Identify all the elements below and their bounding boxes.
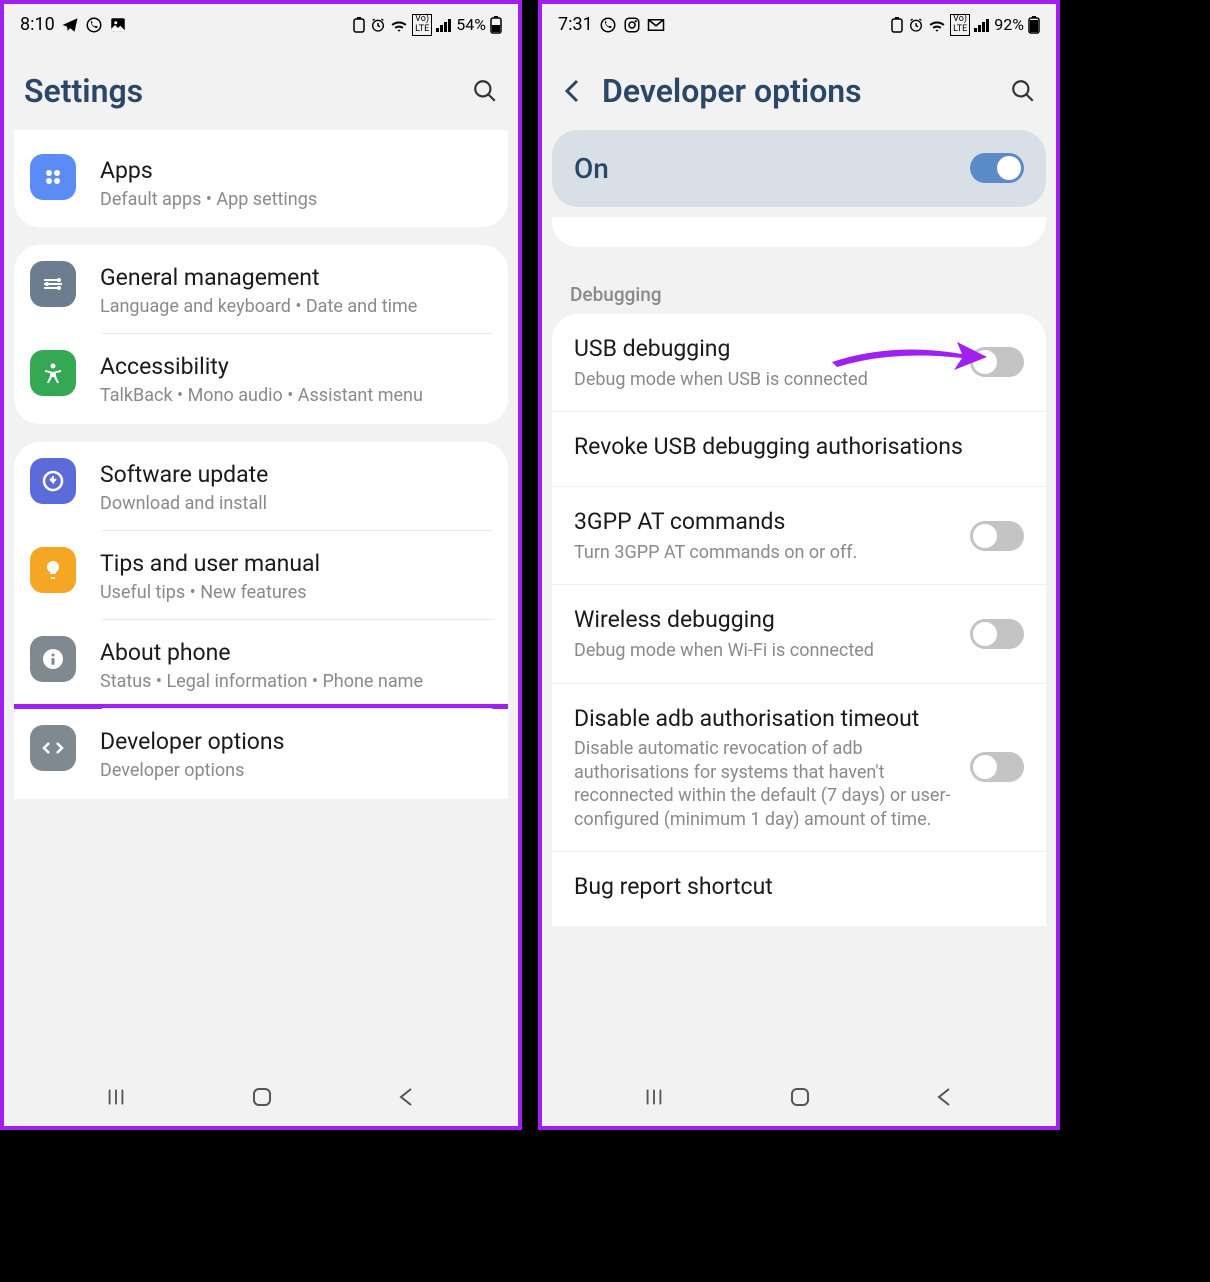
alarm-icon [370, 17, 386, 33]
option-title: Disable adb authorisation timeout [574, 704, 954, 734]
option-title: 3GPP AT commands [574, 507, 954, 537]
adb-timeout-switch[interactable] [970, 752, 1024, 782]
row-title: General management [100, 263, 492, 293]
section-header-debugging: Debugging [552, 265, 1046, 314]
row-sub: Developer options [100, 759, 492, 782]
instagram-icon [623, 16, 641, 34]
master-toggle-switch[interactable] [970, 153, 1024, 183]
row-title: Tips and user manual [100, 549, 492, 579]
option-title: Bug report shortcut [574, 872, 1024, 902]
option-adb-timeout[interactable]: Disable adb authorisation timeout Disabl… [552, 684, 1046, 852]
settings-card-system: Software update Download and install Tip… [14, 442, 508, 799]
row-title: Developer options [100, 727, 492, 757]
option-usb-debugging[interactable]: USB debugging Debug mode when USB is con… [552, 314, 1046, 412]
nav-recent-icon[interactable] [643, 1086, 665, 1108]
row-sub: Status • Legal information • Phone name [100, 670, 492, 693]
battery-percent: 54% [456, 15, 486, 34]
developer-icon [30, 725, 76, 771]
option-sub: Debug mode when USB is connected [574, 368, 954, 391]
option-sub: Debug mode when Wi-Fi is connected [574, 639, 954, 662]
alarm-icon [908, 17, 924, 33]
battery-percent: 92% [994, 15, 1024, 34]
settings-row-software[interactable]: Software update Download and install [14, 442, 508, 531]
card-fragment-top [552, 217, 1046, 247]
nav-bar [542, 1068, 1056, 1126]
back-icon[interactable] [562, 77, 584, 105]
nav-home-icon[interactable] [788, 1085, 812, 1109]
volte-icon: Vo)LTE [412, 14, 432, 36]
battery-saver-icon [352, 17, 366, 33]
nav-bar [4, 1068, 518, 1126]
status-bar: 8:10 Vo)LTE 54% [4, 4, 518, 42]
volte-icon: Vo)LTE [950, 14, 970, 36]
option-title: Revoke USB debugging authorisations [574, 432, 1024, 462]
whatsapp-icon [599, 16, 617, 34]
battery-icon [490, 16, 502, 34]
developer-header: Developer options [542, 42, 1056, 130]
general-icon [30, 261, 76, 307]
settings-card-general: General management Language and keyboard… [14, 245, 508, 424]
status-time: 8:10 [20, 14, 55, 35]
settings-row-accessibility[interactable]: Accessibility TalkBack • Mono audio • As… [14, 334, 508, 423]
accessibility-icon [30, 350, 76, 396]
settings-card-apps: Apps Default apps • App settings [14, 130, 508, 227]
highlight-annotation: Developer options Developer options [14, 704, 508, 798]
debugging-card: USB debugging Debug mode when USB is con… [552, 314, 1046, 926]
status-time: 7:31 [558, 14, 593, 35]
row-title: About phone [100, 638, 492, 668]
row-sub: Download and install [100, 492, 492, 515]
nav-back-icon[interactable] [935, 1086, 955, 1108]
option-bug-report[interactable]: Bug report shortcut [552, 852, 1046, 926]
page-title: Developer options [602, 72, 1010, 110]
whatsapp-icon [85, 16, 103, 34]
option-sub: Turn 3GPP AT commands on or off. [574, 541, 954, 564]
search-icon[interactable] [1010, 78, 1036, 104]
master-toggle-label: On [574, 152, 609, 185]
battery-icon [1028, 16, 1040, 34]
wifi-icon [928, 18, 946, 32]
signal-icon [436, 18, 452, 32]
wireless-debugging-switch[interactable] [970, 619, 1024, 649]
option-revoke-auth[interactable]: Revoke USB debugging authorisations [552, 412, 1046, 487]
battery-saver-icon [890, 17, 904, 33]
nav-recent-icon[interactable] [105, 1086, 127, 1108]
signal-icon [974, 18, 990, 32]
usb-debugging-switch[interactable] [970, 347, 1024, 377]
settings-row-general[interactable]: General management Language and keyboard… [14, 245, 508, 334]
phone-developer-options: 7:31 Vo)LTE 92% Developer options On Deb… [538, 0, 1060, 1130]
row-title: Software update [100, 460, 492, 490]
search-icon[interactable] [472, 78, 498, 104]
row-sub: Language and keyboard • Date and time [100, 295, 492, 318]
about-icon [30, 636, 76, 682]
telegram-icon [61, 16, 79, 34]
master-toggle-bar[interactable]: On [552, 130, 1046, 207]
wifi-icon [390, 18, 408, 32]
picture-icon [109, 16, 127, 34]
nav-back-icon[interactable] [397, 1086, 417, 1108]
row-sub: Useful tips • New features [100, 581, 492, 604]
settings-row-developer[interactable]: Developer options Developer options [14, 709, 508, 798]
software-icon [30, 458, 76, 504]
settings-row-about[interactable]: About phone Status • Legal information •… [14, 620, 508, 709]
apps-icon [30, 154, 76, 200]
option-3gpp-at[interactable]: 3GPP AT commands Turn 3GPP AT commands o… [552, 487, 1046, 585]
row-title: Accessibility [100, 352, 492, 382]
settings-header: Settings [4, 42, 518, 130]
page-title: Settings [24, 72, 472, 110]
tips-icon [30, 547, 76, 593]
option-sub: Disable automatic revocation of adb auth… [574, 737, 954, 831]
row-sub: Default apps • App settings [100, 188, 492, 211]
3gpp-at-switch[interactable] [970, 521, 1024, 551]
settings-row-apps[interactable]: Apps Default apps • App settings [14, 138, 508, 227]
option-wireless-debugging[interactable]: Wireless debugging Debug mode when Wi-Fi… [552, 585, 1046, 683]
gmail-icon [647, 18, 665, 32]
nav-home-icon[interactable] [250, 1085, 274, 1109]
row-title: Apps [100, 156, 492, 186]
settings-row-tips[interactable]: Tips and user manual Useful tips • New f… [14, 531, 508, 620]
option-title: USB debugging [574, 334, 954, 364]
row-sub: TalkBack • Mono audio • Assistant menu [100, 384, 492, 407]
option-title: Wireless debugging [574, 605, 954, 635]
phone-settings: 8:10 Vo)LTE 54% Settings [0, 0, 522, 1130]
status-bar: 7:31 Vo)LTE 92% [542, 4, 1056, 42]
